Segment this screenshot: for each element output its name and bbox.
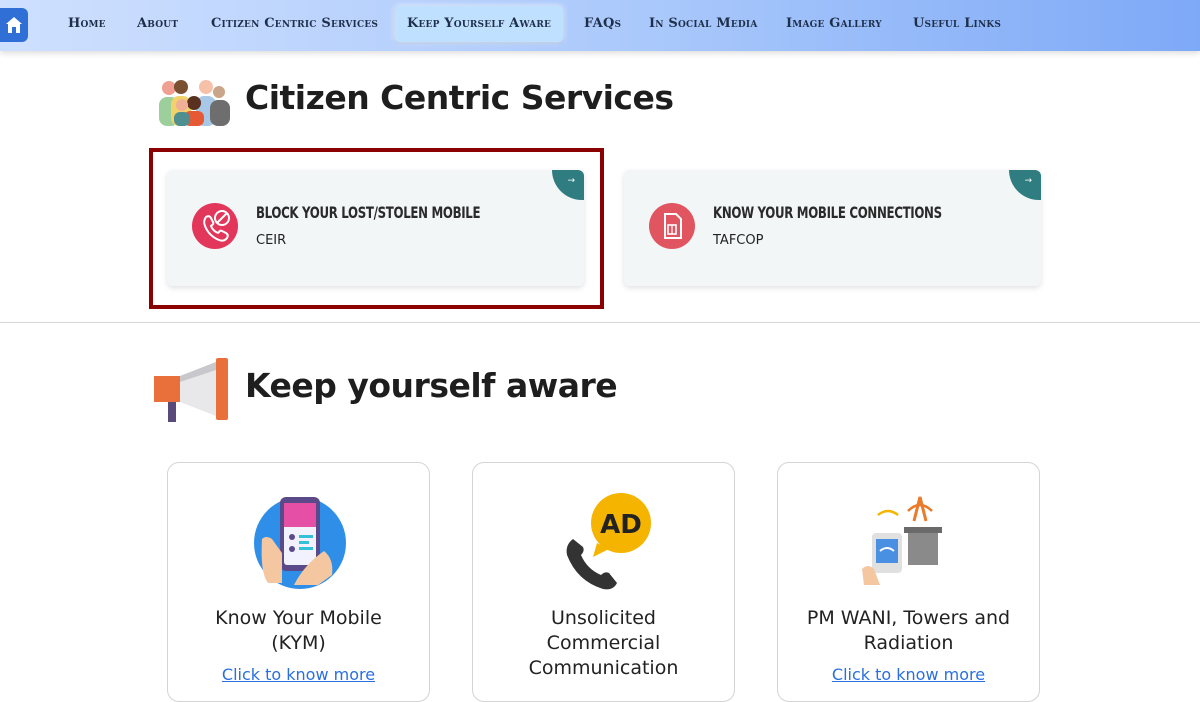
selection-highlight: [149, 148, 604, 309]
section-divider: [0, 322, 1200, 323]
service-title: KNOW YOUR MOBILE CONNECTIONS: [713, 203, 942, 222]
nav-useful-links[interactable]: Useful Links: [901, 6, 1013, 42]
nav-in-social-media[interactable]: In Social Media: [637, 6, 770, 42]
people-group-icon: [155, 78, 233, 126]
service-subtitle: TAFCOP: [713, 233, 764, 248]
nav-faqs[interactable]: FAQs: [572, 6, 633, 42]
aware-card-title-line2: Commercial: [546, 632, 661, 654]
aware-card-kym[interactable]: Know Your Mobile (KYM) Click to know mor…: [167, 462, 430, 702]
top-navbar: Home About Citizen Centric Services Keep…: [0, 0, 1200, 51]
citizen-services-heading: Citizen Centric Services: [245, 78, 674, 117]
aware-card-title-line3: Communication: [528, 657, 679, 679]
nav-citizen-centric-services[interactable]: Citizen Centric Services: [199, 6, 390, 42]
aware-card-title-line1: Know Your Mobile: [215, 607, 382, 629]
home-icon[interactable]: [0, 8, 28, 42]
nav-home[interactable]: Home: [56, 6, 118, 42]
aware-card-title-line1: Unsolicited: [551, 607, 656, 629]
aware-card-pm-wani[interactable]: PM WANI, Towers and Radiation Click to k…: [777, 462, 1040, 702]
phone-ad-icon: AD: [553, 491, 657, 591]
arrow-corner-icon[interactable]: →: [1009, 170, 1041, 200]
nav-about[interactable]: About: [125, 6, 190, 42]
keep-aware-heading: Keep yourself aware: [245, 366, 618, 405]
service-card-tafcop[interactable]: → KNOW YOUR MOBILE CONNECTIONS TAFCOP: [624, 170, 1041, 286]
wifi-tower-icon: [862, 495, 958, 591]
svg-text:AD: AD: [600, 510, 642, 540]
aware-card-title-line1: PM WANI, Towers and: [806, 607, 1011, 629]
aware-card-title-line2: (KYM): [271, 632, 326, 654]
megaphone-icon: [154, 358, 234, 424]
mobile-phone-icon: [252, 491, 348, 591]
nav-image-gallery[interactable]: Image Gallery: [774, 6, 894, 42]
sim-card-icon: [649, 203, 695, 249]
aware-card-title-line2: Radiation: [863, 632, 954, 654]
nav-keep-yourself-aware[interactable]: Keep Yourself Aware: [395, 6, 564, 42]
aware-card-ucc[interactable]: AD Unsolicited Commercial Communication: [472, 462, 735, 702]
